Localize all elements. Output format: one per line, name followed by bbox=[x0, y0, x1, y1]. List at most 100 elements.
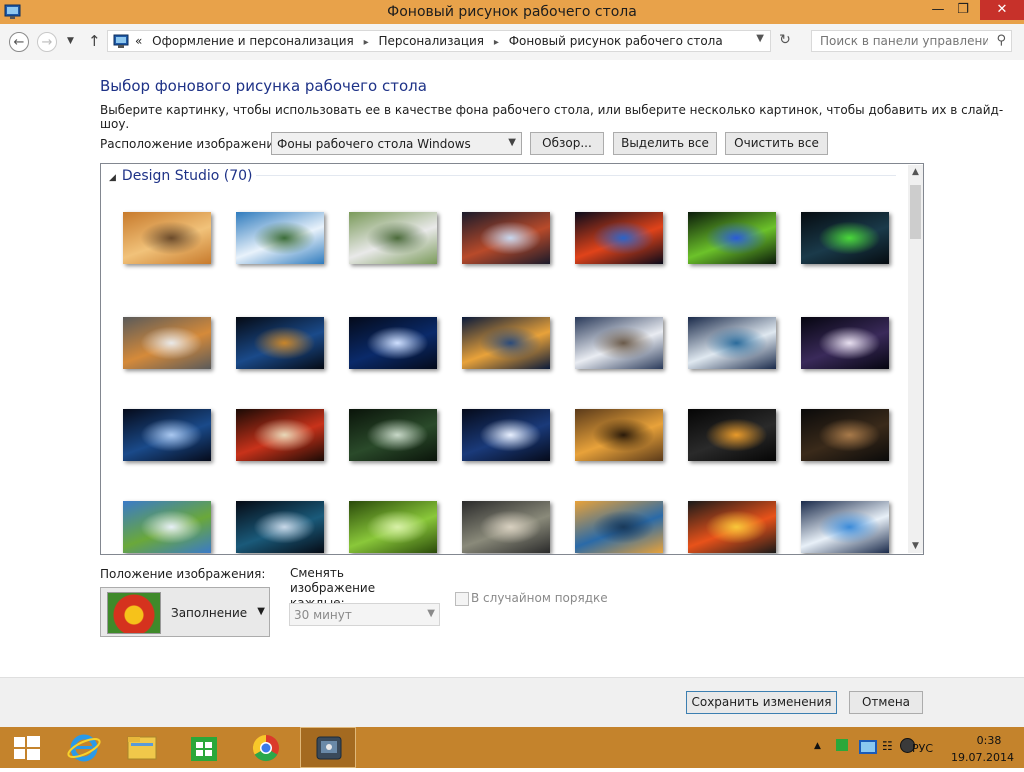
minimize-button[interactable]: — bbox=[925, 0, 951, 20]
wallpaper-thumbnail-red-forest[interactable] bbox=[236, 409, 324, 461]
location-label: Расположение изображения: bbox=[100, 137, 286, 151]
wallpaper-thumbnail-green-tunnel[interactable] bbox=[688, 212, 776, 264]
shopping-bag-icon bbox=[191, 737, 217, 761]
taskbar: ▲ ☷ bbox=[0, 727, 1024, 768]
wallpaper-thumbnail-sea-coast[interactable] bbox=[236, 212, 324, 264]
position-select-value: Заполнение bbox=[171, 606, 248, 620]
ie-logo-icon bbox=[67, 734, 101, 762]
internet-explorer-icon[interactable] bbox=[56, 727, 112, 768]
position-preview-image bbox=[107, 592, 161, 634]
cancel-button[interactable]: Отмена bbox=[849, 691, 923, 714]
change-interval-value: 30 минут bbox=[294, 608, 352, 622]
recent-locations-dropdown[interactable]: ▼ bbox=[67, 36, 74, 46]
display-icon[interactable] bbox=[859, 740, 877, 754]
chevron-down-icon: ▼ bbox=[257, 606, 265, 617]
start-button[interactable] bbox=[0, 727, 56, 768]
location-select[interactable]: Фоны рабочего стола Windows ▼ bbox=[271, 132, 522, 155]
wallpaper-thumbnail-kitten[interactable] bbox=[123, 212, 211, 264]
store-icon[interactable] bbox=[176, 727, 232, 768]
browse-button[interactable]: Обзор... bbox=[530, 132, 604, 155]
page-title: Выбор фонового рисунка рабочего стола bbox=[100, 77, 427, 95]
wallpaper-thumbnail-green-hills[interactable] bbox=[123, 501, 211, 553]
wallpaper-thumbnail-girl-rails[interactable] bbox=[462, 501, 550, 553]
breadcrumb-item[interactable]: Персонализация bbox=[378, 34, 484, 48]
wallpaper-thumbnail-mountain-lights[interactable] bbox=[462, 317, 550, 369]
windows-logo-icon bbox=[14, 736, 40, 760]
window-title: Фоновый рисунок рабочего стола bbox=[387, 4, 637, 20]
select-all-button[interactable]: Выделить все bbox=[613, 132, 717, 155]
breadcrumb-item[interactable]: Фоновый рисунок рабочего стола bbox=[509, 34, 723, 48]
page-description: Выберите картинку, чтобы использовать ее… bbox=[100, 103, 1004, 131]
wallpaper-thumbnail-dark-woods[interactable] bbox=[801, 409, 889, 461]
personalization-icon bbox=[316, 736, 342, 760]
close-button[interactable]: ✕ bbox=[980, 0, 1024, 20]
wallpaper-thumbnail-earth-globe[interactable] bbox=[236, 317, 324, 369]
chevron-down-icon: ▼ bbox=[508, 137, 516, 148]
wallpaper-thumbnail-fire-car[interactable] bbox=[688, 501, 776, 553]
chevron-down-icon: ▼ bbox=[427, 608, 435, 619]
search-icon[interactable]: ⚲ bbox=[996, 33, 1006, 48]
forward-button[interactable]: → bbox=[37, 32, 57, 52]
search-input[interactable] bbox=[818, 33, 990, 49]
breadcrumb-item[interactable]: Оформление и персонализация bbox=[152, 34, 354, 48]
wallpaper-thumbnail-space-planet[interactable] bbox=[462, 212, 550, 264]
wallpaper-thumbnail-white-tigers[interactable] bbox=[349, 212, 437, 264]
up-arrow-icon[interactable]: ↑ bbox=[88, 32, 101, 50]
wallpaper-thumbnail-green-box[interactable] bbox=[801, 212, 889, 264]
file-explorer-icon[interactable] bbox=[114, 727, 170, 768]
control-panel-icon bbox=[113, 34, 129, 48]
wallpaper-thumbnail-sunset-sea[interactable] bbox=[575, 501, 663, 553]
collapse-triangle-icon[interactable]: ◢ bbox=[109, 173, 116, 183]
language-indicator[interactable]: РУС bbox=[912, 742, 933, 755]
wallpaper-thumbnail-tiger-cub[interactable] bbox=[123, 317, 211, 369]
clear-all-button[interactable]: Очистить все bbox=[725, 132, 828, 155]
title-bar: Фоновый рисунок рабочего стола — ❐ ✕ bbox=[0, 0, 1024, 24]
maximize-button[interactable]: ❐ bbox=[950, 0, 976, 20]
wallpaper-thumbnail-green-drops[interactable] bbox=[349, 501, 437, 553]
shuffle-label: В случайном порядке bbox=[471, 591, 608, 605]
wallpaper-thumbnail-bird-branch[interactable] bbox=[575, 409, 663, 461]
wallpaper-thumbnail-dark-road[interactable] bbox=[349, 409, 437, 461]
wallpaper-thumbnail-ice-lake[interactable] bbox=[801, 501, 889, 553]
save-changes-button[interactable]: Сохранить изменения bbox=[686, 691, 837, 714]
show-hidden-icons[interactable]: ▲ bbox=[814, 741, 821, 751]
folder-icon bbox=[127, 736, 157, 760]
search-box[interactable]: ⚲ bbox=[811, 30, 1012, 52]
wallpaper-thumbnail-mountain-lake[interactable] bbox=[688, 317, 776, 369]
wallpaper-thumbnail-apple-fire[interactable] bbox=[575, 212, 663, 264]
clock-time[interactable]: 0:38 bbox=[969, 734, 1009, 747]
chrome-icon[interactable] bbox=[238, 727, 294, 768]
back-button[interactable]: ← bbox=[9, 32, 29, 52]
wallpaper-thumbnail-space-orbs[interactable] bbox=[236, 501, 324, 553]
shuffle-checkbox[interactable] bbox=[455, 592, 469, 606]
group-name: Design Studio (70) bbox=[121, 168, 253, 184]
wallpaper-thumbnail-wine-glass[interactable] bbox=[688, 409, 776, 461]
change-interval-select[interactable]: 30 минут ▼ bbox=[289, 603, 440, 626]
network-icon[interactable]: ☷ bbox=[882, 739, 893, 753]
group-divider bbox=[256, 175, 896, 176]
breadcrumb-overflow[interactable]: « bbox=[135, 34, 142, 48]
breadcrumb-separator-icon[interactable]: ▸ bbox=[494, 37, 499, 48]
scrollbar-thumb[interactable] bbox=[910, 185, 921, 239]
group-header[interactable]: ◢ Design Studio (70) bbox=[109, 168, 253, 184]
wallpaper-thumbnail-blue-robot[interactable] bbox=[123, 409, 211, 461]
scroll-up-icon[interactable]: ▲ bbox=[908, 167, 923, 177]
address-bar[interactable]: « Оформление и персонализация ▸ Персонал… bbox=[107, 30, 771, 52]
scroll-down-icon[interactable]: ▼ bbox=[908, 541, 923, 551]
wallpaper-thumbnail-snow-mountains[interactable] bbox=[575, 317, 663, 369]
wallpaper-thumbnail-nebula[interactable] bbox=[801, 317, 889, 369]
wallpaper-thumbnail-blue-moon[interactable] bbox=[349, 317, 437, 369]
vertical-scrollbar[interactable]: ▲ ▼ bbox=[908, 165, 923, 553]
refresh-icon[interactable]: ↻ bbox=[775, 32, 795, 50]
location-select-value: Фоны рабочего стола Windows bbox=[277, 137, 471, 151]
clock-date[interactable]: 19.07.2014 bbox=[951, 751, 1014, 764]
breadcrumb: « Оформление и персонализация ▸ Персонал… bbox=[135, 34, 729, 48]
breadcrumb-separator-icon[interactable]: ▸ bbox=[364, 37, 369, 48]
wallpaper-thumbnail-blue-orb[interactable] bbox=[462, 409, 550, 461]
position-select[interactable]: Заполнение ▼ bbox=[100, 587, 270, 637]
control-panel-taskbar-icon[interactable] bbox=[300, 727, 356, 768]
action-center-flag-icon[interactable] bbox=[836, 739, 848, 751]
position-label: Положение изображения: bbox=[100, 567, 266, 581]
chrome-logo-icon bbox=[252, 734, 279, 762]
address-dropdown-icon[interactable]: ▼ bbox=[756, 33, 764, 44]
